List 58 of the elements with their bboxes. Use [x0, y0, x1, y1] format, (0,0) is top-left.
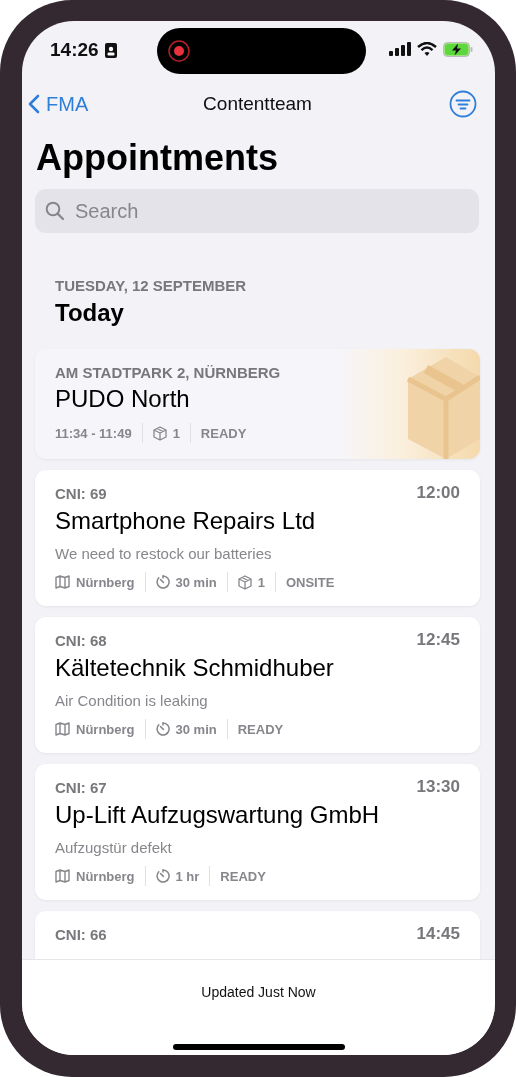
nav-title: Contentteam: [203, 93, 312, 115]
back-link[interactable]: FMA: [28, 92, 138, 116]
page-title: Appointments: [36, 136, 279, 180]
appointment-name: Smartphone Repairs Ltd: [55, 507, 317, 535]
card-subtitle: CNI: 66: [55, 925, 107, 943]
appointment-note: Aufzugstür defekt: [55, 839, 173, 856]
timer-icon: [155, 722, 170, 736]
timer-icon: [155, 869, 170, 883]
search-input[interactable]: Search: [73, 198, 469, 224]
filter-icon[interactable]: [449, 90, 477, 118]
meta-text: 1 hr: [175, 868, 200, 884]
appointment-name: PUDO North: [55, 385, 191, 413]
contact-card-icon: [104, 42, 117, 58]
appointment-card[interactable]: CNI: 68 12:45 Kältetechnik Schmidhuber Air Condition is leaking Nürnberg 30 min READY: [35, 617, 480, 753]
box-icon: [152, 425, 167, 441]
back-chevron-icon: [28, 94, 40, 114]
timer-icon: [155, 575, 170, 589]
wifi-icon: [417, 42, 437, 56]
meta-text: READY: [220, 868, 266, 884]
appointment-name: Kältetechnik Schmidhuber: [55, 654, 335, 682]
appointment-note: We need to restock our batteries: [55, 545, 273, 562]
appointment-time: 14:45: [416, 924, 460, 944]
meta-text: 30 min: [175, 721, 217, 737]
meta-text: ONSITE: [285, 574, 335, 590]
meta-text: 1: [257, 574, 265, 590]
appointment-note: Air Condition is leaking: [55, 692, 209, 709]
meta-text: Nürnberg: [76, 721, 135, 737]
card-subtitle: AM STADTPARK 2, NÜRNBERG: [55, 364, 281, 381]
search-icon: [45, 201, 65, 221]
appointment-time: 12:45: [416, 630, 460, 650]
update-status: Updated Just Now: [201, 984, 316, 1000]
box-icon: [237, 574, 252, 590]
meta-text: READY: [237, 721, 284, 737]
signal-icon: [389, 42, 411, 56]
card-subtitle: CNI: 67: [55, 778, 107, 796]
meta-text: 30 min: [175, 574, 217, 590]
appointment-card[interactable]: AM STADTPARK 2, NÜRNBERG PUDO North 11:34 - 11:49 1 READY: [35, 349, 480, 459]
search-field[interactable]: Search: [35, 189, 479, 233]
meta-text: 11:34 - 11:49: [55, 425, 132, 441]
section-heading: Today: [55, 299, 125, 327]
battery-charging-icon: [443, 41, 473, 57]
map-icon: [55, 575, 70, 589]
status-time: 14:26: [50, 39, 99, 61]
meta-text: 1: [172, 425, 180, 441]
appointment-card[interactable]: CNI: 67 13:30 Up-Lift Aufzugswartung GmbH Aufzugstür defekt Nürnberg 1 hr READY: [35, 764, 480, 900]
meta-text: Nürnberg: [76, 574, 135, 590]
map-icon: [55, 869, 70, 883]
appointment-name: Up-Lift Aufzugswartung GmbH: [55, 801, 381, 829]
appointment-time: 13:30: [416, 777, 460, 797]
map-icon: [55, 722, 70, 736]
meta-text: Nürnberg: [76, 868, 135, 884]
appointment-time: 12:00: [416, 483, 460, 503]
record-icon: [166, 38, 191, 63]
card-subtitle: CNI: 68: [55, 631, 107, 649]
meta-text: READY: [200, 425, 247, 441]
appointment-card[interactable]: CNI: 69 12:00 Smartphone Repairs Ltd We need to restock our batteries Nürnberg 30 min 1 ONSITE: [35, 470, 480, 606]
card-subtitle: CNI: 69: [55, 484, 107, 502]
section-date: TUESDAY, 12 SEPTEMBER: [55, 277, 248, 294]
